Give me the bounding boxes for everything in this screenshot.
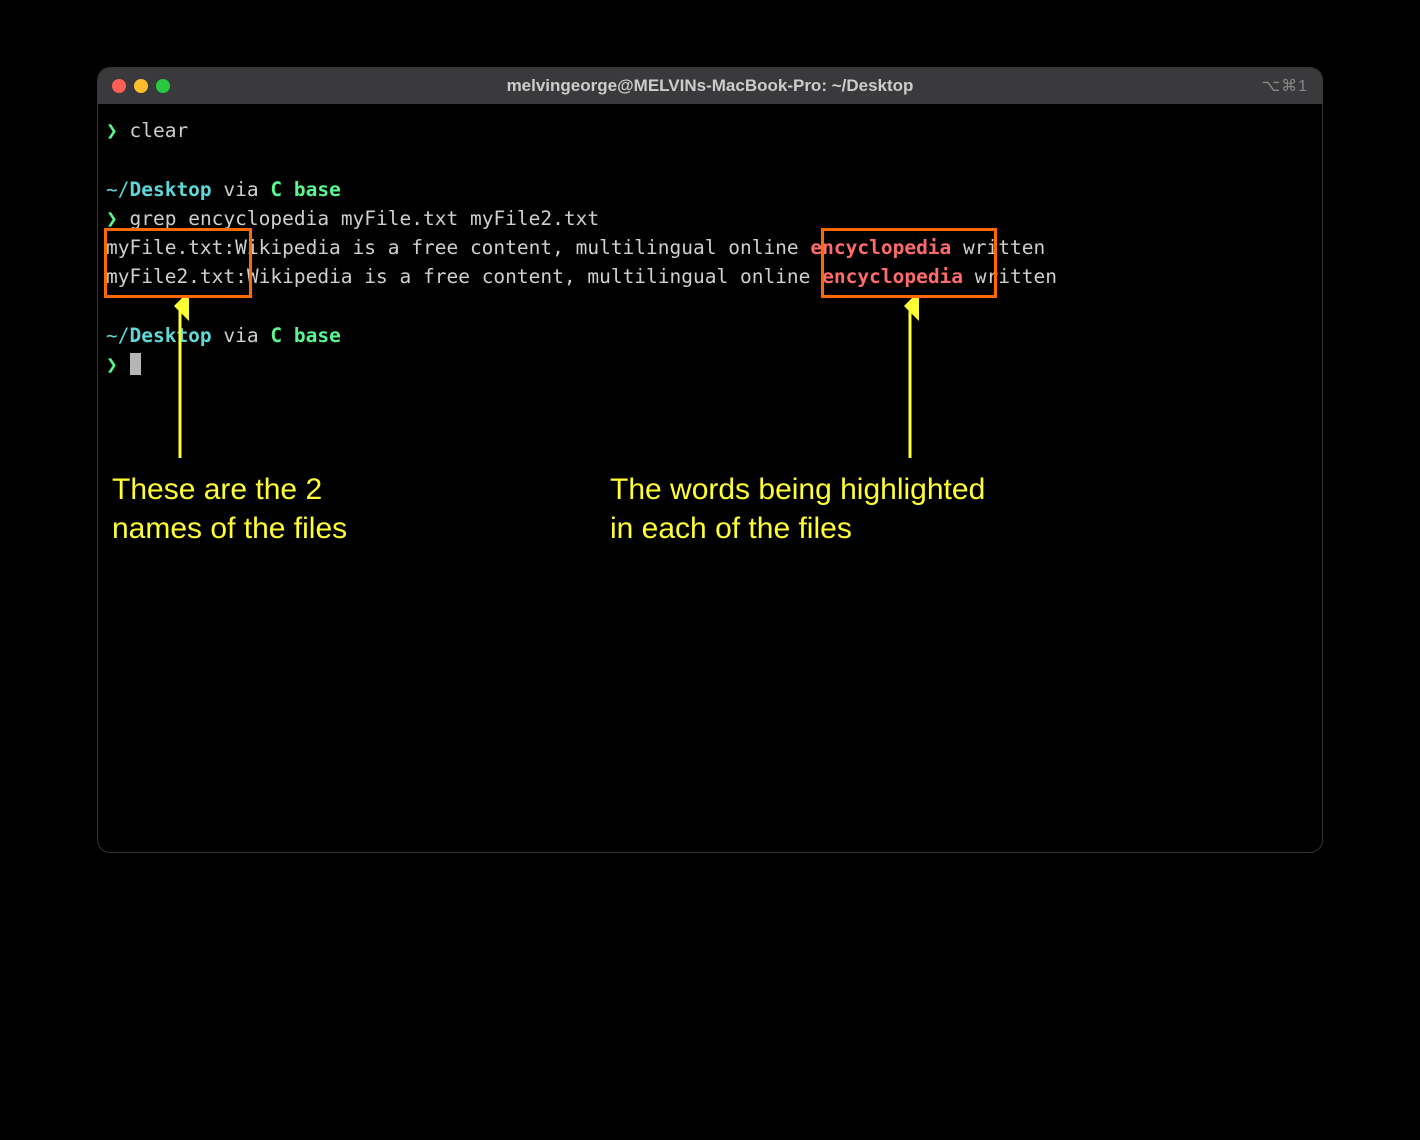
output-before: Wikipedia is a free content, multilingua… [235, 236, 810, 259]
path-tilde: ~/ [106, 324, 129, 347]
traffic-lights [112, 79, 170, 93]
path-desktop: Desktop [129, 178, 211, 201]
prompt-symbol: ❯ [106, 119, 118, 142]
output-before: Wikipedia is a free content, multilingua… [247, 265, 822, 288]
titlebar: melvingeorge@MELVINs-MacBook-Pro: ~/Desk… [98, 68, 1322, 104]
blank-line [106, 292, 1314, 321]
conda-prefix: C [270, 178, 293, 201]
cursor-line: ❯ [106, 350, 1314, 379]
conda-prefix: C [270, 324, 293, 347]
prompt-symbol: ❯ [106, 353, 118, 376]
maximize-icon[interactable] [156, 79, 170, 93]
path-desktop: Desktop [129, 324, 211, 347]
prompt-path-line: ~/Desktop via C base [106, 175, 1314, 204]
output-after: written [951, 236, 1045, 259]
output-after: written [963, 265, 1057, 288]
output-line: myFile.txt:Wikipedia is a free content, … [106, 233, 1314, 262]
close-icon[interactable] [112, 79, 126, 93]
conda-env: base [294, 178, 341, 201]
window-title: melvingeorge@MELVINs-MacBook-Pro: ~/Desk… [98, 76, 1322, 96]
cursor-icon [130, 353, 141, 375]
prompt-path-line: ~/Desktop via C base [106, 321, 1314, 350]
output-line: myFile2.txt:Wikipedia is a free content,… [106, 262, 1314, 291]
prompt-symbol: ❯ [106, 207, 118, 230]
command-line: ❯ clear [106, 116, 1314, 145]
command-line: ❯ grep encyclopedia myFile.txt myFile2.t… [106, 204, 1314, 233]
grep-match: encyclopedia [810, 236, 951, 259]
terminal-window: melvingeorge@MELVINs-MacBook-Pro: ~/Desk… [98, 68, 1322, 852]
minimize-icon[interactable] [134, 79, 148, 93]
grep-match: encyclopedia [822, 265, 963, 288]
path-tilde: ~/ [106, 178, 129, 201]
annotation-text-matches: The words being highlighted in each of t… [610, 470, 1060, 548]
output-filename: myFile2.txt: [106, 265, 247, 288]
terminal-body[interactable]: ❯ clear ~/Desktop via C base ❯ grep ency… [98, 104, 1322, 391]
command-text: grep encyclopedia myFile.txt myFile2.txt [130, 207, 600, 230]
conda-env: base [294, 324, 341, 347]
command-text: clear [130, 119, 189, 142]
annotation-text-filenames: These are the 2 names of the files [112, 470, 452, 548]
shortcut-hint: ⌥⌘1 [1262, 76, 1308, 96]
output-filename: myFile.txt: [106, 236, 235, 259]
via-text: via [212, 324, 271, 347]
blank-line [106, 145, 1314, 174]
via-text: via [212, 178, 271, 201]
